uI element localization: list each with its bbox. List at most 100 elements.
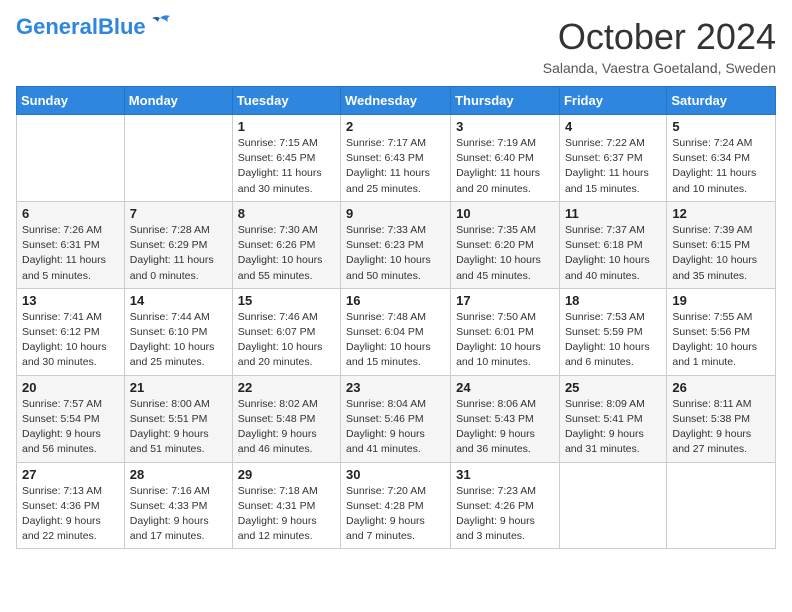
calendar-cell: 31Sunrise: 7:23 AM Sunset: 4:26 PM Dayli… [451,462,560,549]
calendar-cell: 8 Sunrise: 7:30 AM Sunset: 6:26 PM Daylig… [232,201,340,288]
day-number: 27 [22,467,119,482]
calendar-cell: 26 Sunrise: 8:11 AM Sunset: 5:38 PM Dayli… [667,375,776,462]
day-info: Sunrise: 7:39 AM Sunset: 6:15 PM Dayligh… [672,223,770,284]
day-number: 29 [238,467,335,482]
day-number: 24 [456,380,554,395]
day-number: 20 [22,380,119,395]
calendar-cell: 15Sunrise: 7:46 AM Sunset: 6:07 PM Dayli… [232,288,340,375]
calendar-cell: 25Sunrise: 8:09 AM Sunset: 5:41 PM Dayli… [559,375,666,462]
weekday-header-row: SundayMondayTuesdayWednesdayThursdayFrid… [17,87,776,115]
logo-text: GeneralBlue [16,16,146,38]
week-row-1: 1Sunrise: 7:15 AM Sunset: 6:45 PM Daylig… [17,115,776,202]
day-number: 7 [130,206,227,221]
day-number: 21 [130,380,227,395]
day-number: 16 [346,293,445,308]
header-tuesday: Tuesday [232,87,340,115]
day-info: Sunrise: 8:00 AM Sunset: 5:51 PM Dayligh… [130,397,227,458]
day-info: Sunrise: 7:13 AM Sunset: 4:36 PM Dayligh… [22,484,119,545]
day-info: Sunrise: 7:22 AM Sunset: 6:37 PM Dayligh… [565,136,661,197]
calendar-cell: 7 Sunrise: 7:28 AM Sunset: 6:29 PM Daylig… [124,201,232,288]
calendar-cell: 21 Sunrise: 8:00 AM Sunset: 5:51 PM Dayli… [124,375,232,462]
day-number: 11 [565,206,661,221]
day-info: Sunrise: 7:53 AM Sunset: 5:59 PM Dayligh… [565,310,661,371]
day-number: 14 [130,293,227,308]
day-info: Sunrise: 7:33 AM Sunset: 6:23 PM Dayligh… [346,223,445,284]
header-friday: Friday [559,87,666,115]
day-number: 19 [672,293,770,308]
calendar-cell: 27 Sunrise: 7:13 AM Sunset: 4:36 PM Dayli… [17,462,125,549]
day-info: Sunrise: 7:15 AM Sunset: 6:45 PM Dayligh… [238,136,335,197]
day-number: 23 [346,380,445,395]
calendar-cell: 2Sunrise: 7:17 AM Sunset: 6:43 PM Daylig… [341,115,451,202]
day-number: 8 [238,206,335,221]
calendar-cell: 22 Sunrise: 8:02 AM Sunset: 5:48 PM Dayli… [232,375,340,462]
day-info: Sunrise: 8:06 AM Sunset: 5:43 PM Dayligh… [456,397,554,458]
calendar-cell: 30 Sunrise: 7:20 AM Sunset: 4:28 PM Dayli… [341,462,451,549]
calendar-cell: 3 Sunrise: 7:19 AM Sunset: 6:40 PM Daylig… [451,115,560,202]
header-sunday: Sunday [17,87,125,115]
day-number: 25 [565,380,661,395]
day-number: 18 [565,293,661,308]
day-info: Sunrise: 8:04 AM Sunset: 5:46 PM Dayligh… [346,397,445,458]
calendar-cell [124,115,232,202]
calendar-cell: 10Sunrise: 7:35 AM Sunset: 6:20 PM Dayli… [451,201,560,288]
calendar-cell: 12 Sunrise: 7:39 AM Sunset: 6:15 PM Dayli… [667,201,776,288]
calendar-cell: 1Sunrise: 7:15 AM Sunset: 6:45 PM Daylig… [232,115,340,202]
header-thursday: Thursday [451,87,560,115]
day-number: 15 [238,293,335,308]
day-info: Sunrise: 7:57 AM Sunset: 5:54 PM Dayligh… [22,397,119,458]
calendar-cell: 16 Sunrise: 7:48 AM Sunset: 6:04 PM Dayli… [341,288,451,375]
day-number: 26 [672,380,770,395]
week-row-2: 6 Sunrise: 7:26 AM Sunset: 6:31 PM Daylig… [17,201,776,288]
calendar-cell: 4Sunrise: 7:22 AM Sunset: 6:37 PM Daylig… [559,115,666,202]
week-row-3: 13Sunrise: 7:41 AM Sunset: 6:12 PM Dayli… [17,288,776,375]
day-number: 6 [22,206,119,221]
calendar-cell: 18 Sunrise: 7:53 AM Sunset: 5:59 PM Dayli… [559,288,666,375]
day-info: Sunrise: 7:20 AM Sunset: 4:28 PM Dayligh… [346,484,445,545]
day-info: Sunrise: 7:24 AM Sunset: 6:34 PM Dayligh… [672,136,770,197]
day-number: 30 [346,467,445,482]
day-info: Sunrise: 7:23 AM Sunset: 4:26 PM Dayligh… [456,484,554,545]
calendar-cell: 24 Sunrise: 8:06 AM Sunset: 5:43 PM Dayli… [451,375,560,462]
calendar-cell: 28 Sunrise: 7:16 AM Sunset: 4:33 PM Dayli… [124,462,232,549]
calendar-cell: 19 Sunrise: 7:55 AM Sunset: 5:56 PM Dayli… [667,288,776,375]
calendar-cell: 11 Sunrise: 7:37 AM Sunset: 6:18 PM Dayli… [559,201,666,288]
day-info: Sunrise: 7:28 AM Sunset: 6:29 PM Dayligh… [130,223,227,284]
day-info: Sunrise: 7:48 AM Sunset: 6:04 PM Dayligh… [346,310,445,371]
day-number: 9 [346,206,445,221]
day-number: 3 [456,119,554,134]
logo: GeneralBlue [16,16,172,38]
day-info: Sunrise: 8:11 AM Sunset: 5:38 PM Dayligh… [672,397,770,458]
day-info: Sunrise: 7:30 AM Sunset: 6:26 PM Dayligh… [238,223,335,284]
day-number: 10 [456,206,554,221]
calendar-table: SundayMondayTuesdayWednesdayThursdayFrid… [16,86,776,549]
day-number: 17 [456,293,554,308]
calendar-cell: 9 Sunrise: 7:33 AM Sunset: 6:23 PM Daylig… [341,201,451,288]
calendar-cell [17,115,125,202]
day-info: Sunrise: 7:55 AM Sunset: 5:56 PM Dayligh… [672,310,770,371]
calendar-cell: 14 Sunrise: 7:44 AM Sunset: 6:10 PM Dayli… [124,288,232,375]
calendar-cell: 5 Sunrise: 7:24 AM Sunset: 6:34 PM Daylig… [667,115,776,202]
location-subtitle: Salanda, Vaestra Goetaland, Sweden [543,60,776,76]
day-info: Sunrise: 7:19 AM Sunset: 6:40 PM Dayligh… [456,136,554,197]
header-saturday: Saturday [667,87,776,115]
day-number: 12 [672,206,770,221]
day-info: Sunrise: 8:02 AM Sunset: 5:48 PM Dayligh… [238,397,335,458]
day-info: Sunrise: 7:37 AM Sunset: 6:18 PM Dayligh… [565,223,661,284]
header-wednesday: Wednesday [341,87,451,115]
calendar-cell: 17Sunrise: 7:50 AM Sunset: 6:01 PM Dayli… [451,288,560,375]
calendar-cell [667,462,776,549]
day-info: Sunrise: 7:26 AM Sunset: 6:31 PM Dayligh… [22,223,119,284]
day-number: 13 [22,293,119,308]
page-header: GeneralBlue October 2024 Salanda, Vaestr… [16,16,776,76]
day-number: 22 [238,380,335,395]
title-block: October 2024 Salanda, Vaestra Goetaland,… [543,16,776,76]
day-info: Sunrise: 7:44 AM Sunset: 6:10 PM Dayligh… [130,310,227,371]
day-number: 28 [130,467,227,482]
calendar-cell: 20 Sunrise: 7:57 AM Sunset: 5:54 PM Dayli… [17,375,125,462]
day-number: 5 [672,119,770,134]
calendar-cell: 13Sunrise: 7:41 AM Sunset: 6:12 PM Dayli… [17,288,125,375]
calendar-cell: 23 Sunrise: 8:04 AM Sunset: 5:46 PM Dayli… [341,375,451,462]
calendar-cell: 29Sunrise: 7:18 AM Sunset: 4:31 PM Dayli… [232,462,340,549]
day-info: Sunrise: 7:16 AM Sunset: 4:33 PM Dayligh… [130,484,227,545]
